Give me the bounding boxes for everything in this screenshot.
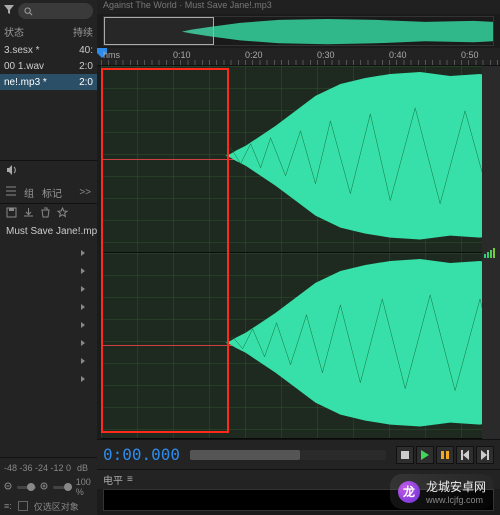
speaker-icon[interactable] (6, 164, 18, 179)
watermark-logo-icon: 龙 (398, 481, 420, 503)
tab-group[interactable]: 组 (24, 185, 34, 200)
ruler-tick: 0:50 (461, 50, 479, 60)
timeline-scrollbar[interactable] (190, 450, 386, 460)
play-button[interactable] (416, 446, 434, 464)
prev-button[interactable] (456, 446, 474, 464)
overview-waveform[interactable] (103, 16, 494, 46)
search-input[interactable] (18, 3, 93, 19)
save-icon[interactable] (6, 207, 17, 221)
watermark-text: 龙城安卓网 (426, 478, 486, 495)
channel-left[interactable] (101, 66, 500, 253)
selection-label: 仅选区对象 (34, 500, 79, 513)
filter-icon[interactable] (4, 5, 14, 18)
timecode-display[interactable]: 0:00.000 (103, 445, 180, 464)
volume-slider[interactable] (53, 486, 72, 489)
file-row[interactable]: ne!.mp3 * 2:0 (0, 74, 97, 90)
tree-item[interactable] (0, 334, 97, 352)
stop-button[interactable] (396, 446, 414, 464)
trash-icon[interactable] (40, 207, 51, 221)
waveform-editor[interactable] (101, 66, 500, 439)
tree-item[interactable] (0, 244, 97, 262)
ruler-tick: 0:20 (245, 50, 263, 60)
property-tree (0, 242, 97, 390)
ruler-tick: 0:30 (317, 50, 335, 60)
level-meter-icon (484, 248, 498, 258)
tree-item[interactable] (0, 280, 97, 298)
level-menu-icon[interactable]: ≡ (127, 474, 133, 485)
col-duration[interactable]: 持续 (73, 24, 93, 39)
ruler-tick: 0:10 (173, 50, 191, 60)
pause-button[interactable] (436, 446, 454, 464)
zoom-pct: 100 % (76, 477, 93, 497)
col-status[interactable]: 状态 (4, 24, 73, 39)
watermark-url: www.lcjfg.com (426, 495, 486, 505)
tree-item[interactable] (0, 316, 97, 334)
tree-item[interactable] (0, 370, 97, 388)
zoom-out-icon[interactable] (4, 482, 13, 493)
star-icon[interactable] (57, 207, 68, 221)
zoom-slider[interactable] (17, 486, 36, 489)
meter-db: dB (77, 463, 88, 473)
document-title: Against The World · Must Save Jane!.mp3 (97, 0, 500, 14)
channel-right[interactable] (101, 253, 500, 440)
file-list-header: 状态 持续 (0, 22, 97, 40)
zoom-in-icon[interactable] (40, 482, 49, 493)
tree-item[interactable] (0, 352, 97, 370)
tree-item[interactable] (0, 262, 97, 280)
amplitude-scale (482, 66, 500, 439)
ruler-start-label: hms (103, 50, 120, 60)
dropdown-icon[interactable]: ≡: (4, 501, 12, 511)
watermark: 龙 龙城安卓网 www.lcjfg.com (390, 474, 494, 509)
file-list: 3.sesx * 40: 00 1.wav 2:0 ne!.mp3 * 2:0 (0, 40, 97, 92)
time-ruler[interactable]: hms 0:10 0:20 0:30 0:40 0:50 (97, 48, 500, 66)
file-row[interactable]: 3.sesx * 40: (0, 42, 97, 58)
meter-values: -48 -36 -24 -12 0 (4, 463, 71, 473)
overview-viewport-handle[interactable] (104, 17, 214, 45)
file-row[interactable]: 00 1.wav 2:0 (0, 58, 97, 74)
scrollbar-thumb[interactable] (190, 450, 300, 460)
hamburger-icon[interactable] (6, 186, 16, 199)
level-label[interactable]: 电平 (103, 472, 123, 487)
tab-mark[interactable]: 标记 (42, 185, 62, 200)
expand-icon[interactable]: >> (79, 187, 91, 198)
next-button[interactable] (476, 446, 494, 464)
tree-item[interactable] (0, 298, 97, 316)
download-icon[interactable] (23, 207, 34, 221)
ruler-tick: 0:40 (389, 50, 407, 60)
current-file: Must Save Jane!.mp3 (0, 224, 97, 242)
selection-checkbox[interactable] (18, 501, 28, 511)
